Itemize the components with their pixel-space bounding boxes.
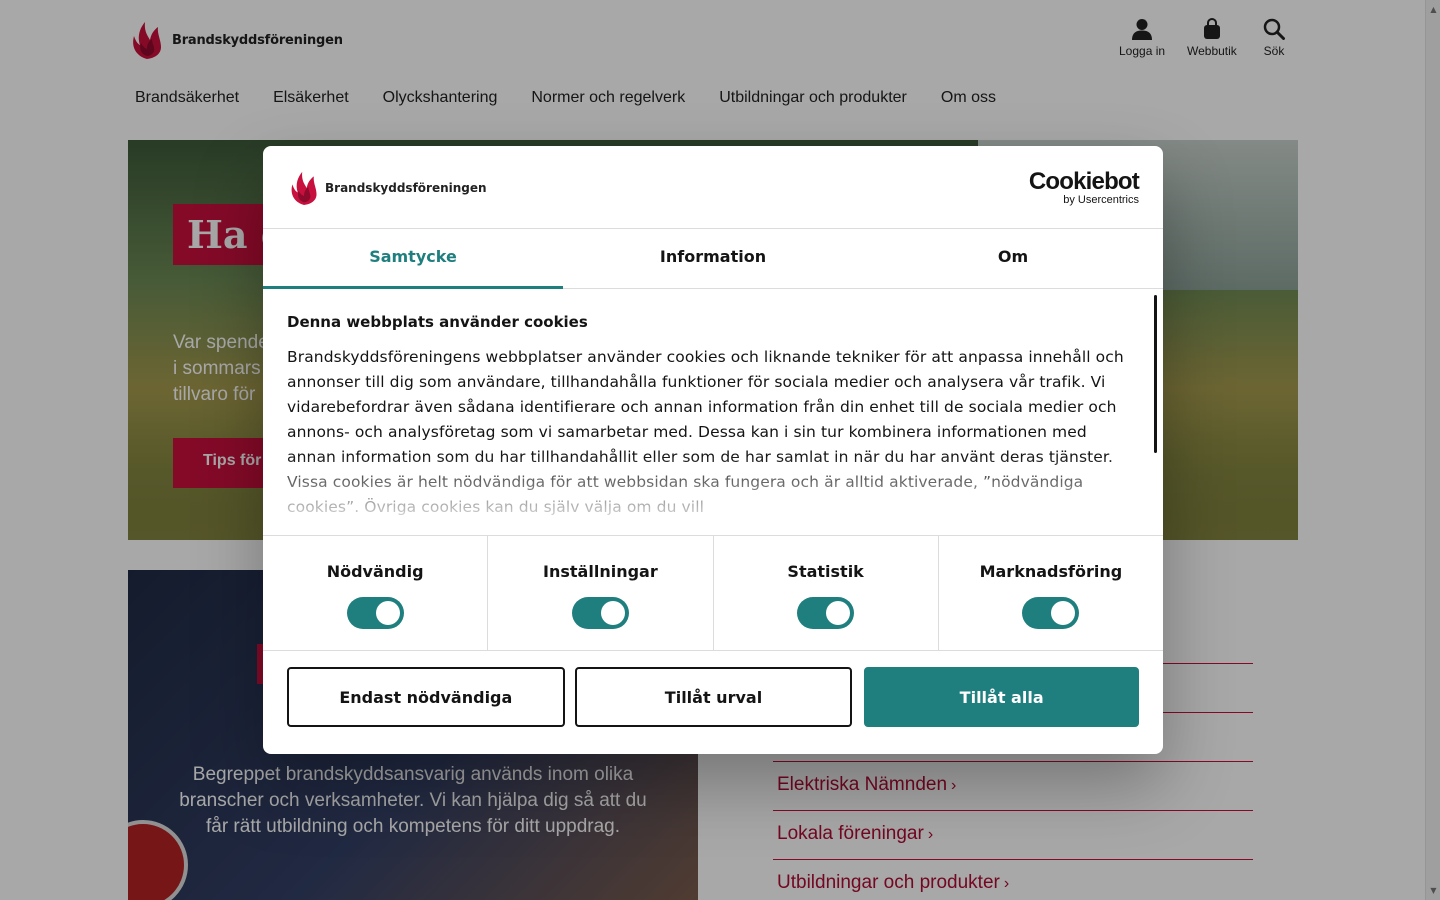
tab-samtycke[interactable]: Samtycke (263, 229, 563, 289)
dialog-heading: Denna webbplats använder cookies (287, 313, 588, 331)
cookiebot-logo[interactable]: Cookiebot by Usercentrics (1028, 168, 1140, 207)
cookiebot-brand: Cookiebot (1028, 168, 1140, 195)
tab-om[interactable]: Om (863, 229, 1163, 288)
allow-all-button[interactable]: Tillåt alla (864, 667, 1139, 727)
dialog-actions: Endast nödvändiga Tillåt urval Tillåt al… (263, 651, 1163, 743)
toggle-label: Inställningar (543, 562, 658, 581)
toggle-group-preferences: Inställningar (488, 536, 714, 650)
flame-logo-icon (291, 171, 317, 205)
allow-selection-button[interactable]: Tillåt urval (574, 667, 853, 727)
necessary-only-button[interactable]: Endast nödvändiga (287, 667, 565, 727)
dialog-site-logo: Brandskyddsföreningen (287, 170, 487, 206)
toggle-label: Statistik (787, 562, 864, 581)
dialog-tabs: Samtycke Information Om (263, 229, 1163, 289)
cookiebot-byline: by Usercentrics (1063, 194, 1139, 206)
toggle-group-necessary: Nödvändig (263, 536, 489, 650)
preferences-toggle[interactable] (571, 597, 629, 629)
dialog-header: Brandskyddsföreningen Cookiebot by Userc… (263, 146, 1163, 229)
statistics-toggle[interactable] (797, 597, 855, 629)
toggle-knob (375, 601, 400, 625)
toggle-label: Marknadsföring (979, 562, 1123, 581)
dialog-scrollbar[interactable] (1154, 295, 1157, 453)
marketing-toggle[interactable] (1022, 597, 1080, 629)
dialog-body[interactable]: Denna webbplats använder cookies Brandsk… (263, 289, 1163, 535)
tab-information[interactable]: Information (563, 229, 863, 288)
toggle-label: Nödvändig (326, 562, 424, 581)
toggle-group-marketing: Marknadsföring (939, 536, 1163, 650)
cookie-consent-dialog: Brandskyddsföreningen Cookiebot by Userc… (263, 146, 1163, 754)
toggle-group-statistics: Statistik (714, 536, 939, 650)
text-fade (263, 455, 1163, 535)
toggle-knob (600, 601, 625, 625)
toggle-knob (826, 601, 851, 625)
dialog-logo-text: Brandskyddsföreningen (325, 181, 487, 195)
toggle-knob (1051, 601, 1076, 625)
consent-toggles: Nödvändig Inställningar Statistik Markna… (263, 535, 1163, 651)
necessary-toggle[interactable] (346, 597, 404, 629)
